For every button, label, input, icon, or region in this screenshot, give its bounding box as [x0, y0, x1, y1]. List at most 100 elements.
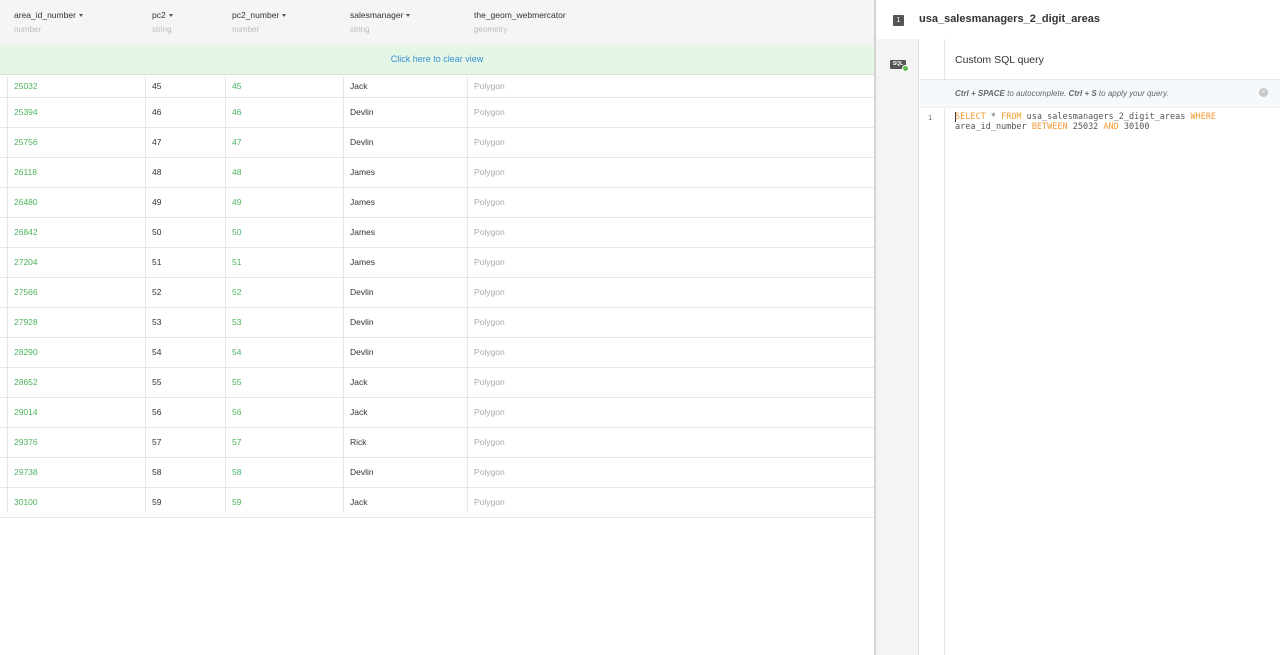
cell-pc2-number[interactable]: 48 [232, 158, 241, 187]
column-header-pc2-number[interactable]: pc2_number number [232, 10, 287, 34]
cell-salesmanager[interactable]: Rick [350, 428, 367, 457]
cell-pc2[interactable]: 51 [152, 248, 161, 277]
cell-pc2-number[interactable]: 47 [232, 128, 241, 157]
sql-text: usa_salesmanagers_2_digit_areas [1021, 112, 1191, 122]
cell-pc2[interactable]: 53 [152, 308, 161, 337]
cell-pc2[interactable]: 55 [152, 368, 161, 397]
sort-caret-icon[interactable] [406, 14, 411, 18]
cell-pc2[interactable]: 59 [152, 488, 161, 517]
table-row[interactable]: 29738 58 58 Devlin Polygon [0, 458, 874, 488]
cell-pc2[interactable]: 49 [152, 188, 161, 217]
cell-area-id-number[interactable]: 28652 [14, 368, 38, 397]
sort-caret-icon[interactable] [168, 14, 173, 18]
table-row[interactable]: 28290 54 54 Devlin Polygon [0, 338, 874, 368]
cell-salesmanager[interactable]: Devlin [350, 98, 374, 127]
column-header-salesmanager[interactable]: salesmanager string [350, 10, 411, 34]
close-icon[interactable]: × [1259, 88, 1268, 97]
cell-salesmanager[interactable]: James [350, 218, 375, 247]
cell-salesmanager[interactable]: Jack [350, 488, 367, 517]
sort-caret-icon[interactable] [282, 14, 287, 18]
cell-area-id-number[interactable]: 27928 [14, 308, 38, 337]
table-row[interactable]: 25032 45 45 Jack Polygon [0, 76, 874, 98]
table-row[interactable]: 29376 57 57 Rick Polygon [0, 428, 874, 458]
cell-pc2[interactable]: 58 [152, 458, 161, 487]
cell-area-id-number[interactable]: 26480 [14, 188, 38, 217]
cell-pc2-number[interactable]: 57 [232, 428, 241, 457]
cell-salesmanager[interactable]: Jack [350, 76, 367, 97]
cell-pc2[interactable]: 47 [152, 128, 161, 157]
cell-geometry: Polygon [474, 347, 505, 357]
sql-query-text[interactable]: SELECT * FROM usa_salesmanagers_2_digit_… [955, 112, 1270, 132]
cell-area-id-number[interactable]: 29376 [14, 428, 38, 457]
table-row[interactable]: 26480 49 49 James Polygon [0, 188, 874, 218]
cell-pc2-number[interactable]: 51 [232, 248, 241, 277]
table-row[interactable]: 25756 47 47 Devlin Polygon [0, 128, 874, 158]
cell-pc2[interactable]: 52 [152, 278, 161, 307]
table-row[interactable]: 26118 48 48 James Polygon [0, 158, 874, 188]
cell-pc2-number[interactable]: 59 [232, 488, 241, 517]
sql-keyword: AND [1103, 122, 1119, 132]
cell-pc2[interactable]: 45 [152, 76, 161, 97]
table-row[interactable]: 25394 46 46 Devlin Polygon [0, 98, 874, 128]
table-row[interactable]: 27204 51 51 James Polygon [0, 248, 874, 278]
sort-caret-icon[interactable] [78, 14, 83, 18]
column-header-pc2[interactable]: pc2 string [152, 10, 173, 34]
cell-salesmanager[interactable]: Devlin [350, 338, 374, 367]
table-row[interactable]: 27566 52 52 Devlin Polygon [0, 278, 874, 308]
table-row[interactable]: 28652 55 55 Jack Polygon [0, 368, 874, 398]
cell-pc2[interactable]: 46 [152, 98, 161, 127]
cell-salesmanager[interactable]: Devlin [350, 458, 374, 487]
cell-pc2-number[interactable]: 50 [232, 218, 241, 247]
column-header-area-id-number[interactable]: area_id_number number [14, 10, 83, 34]
cell-area-id-number[interactable]: 29738 [14, 458, 38, 487]
cell-salesmanager[interactable]: James [350, 248, 375, 277]
cell-pc2[interactable]: 54 [152, 338, 161, 367]
cell-salesmanager[interactable]: Devlin [350, 308, 374, 337]
cell-pc2-number[interactable]: 54 [232, 338, 241, 367]
cell-salesmanager[interactable]: James [350, 158, 375, 187]
cell-pc2[interactable]: 57 [152, 428, 161, 457]
column-header-the-geom-webmercator[interactable]: the_geom_webmercator geometry [474, 10, 566, 34]
cell-salesmanager[interactable]: Jack [350, 368, 367, 397]
cell-area-id-number[interactable]: 25756 [14, 128, 38, 157]
sql-keyword: WHERE [1190, 112, 1217, 122]
cell-geometry: Polygon [474, 257, 505, 267]
cell-area-id-number[interactable]: 29014 [14, 398, 38, 427]
cell-pc2-number[interactable]: 49 [232, 188, 241, 217]
sql-editor[interactable]: 1 SELECT * FROM usa_salesmanagers_2_digi… [920, 108, 1280, 655]
cell-area-id-number[interactable]: 27204 [14, 248, 38, 277]
cell-pc2-number[interactable]: 52 [232, 278, 241, 307]
cell-area-id-number[interactable]: 26118 [14, 158, 37, 187]
table-row[interactable]: 26842 50 50 James Polygon [0, 218, 874, 248]
column-type: number [14, 25, 42, 34]
column-name-text: the_geom_webmercator [474, 10, 566, 20]
cell-area-id-number[interactable]: 25032 [14, 76, 38, 97]
clear-view-button[interactable]: Click here to clear view [0, 45, 874, 75]
cell-geometry: Polygon [474, 317, 505, 327]
cell-area-id-number[interactable]: 30100 [14, 488, 38, 517]
cell-salesmanager[interactable]: James [350, 188, 375, 217]
cell-pc2-number[interactable]: 45 [232, 76, 241, 97]
sql-icon[interactable]: SQL [890, 60, 909, 72]
table-row[interactable]: 29014 56 56 Jack Polygon [0, 398, 874, 428]
cell-salesmanager[interactable]: Devlin [350, 128, 374, 157]
table-row[interactable]: 30100 59 59 Jack Polygon [0, 488, 874, 518]
layer-title: usa_salesmanagers_2_digit_areas [919, 13, 1101, 25]
cell-pc2[interactable]: 56 [152, 398, 161, 427]
cell-pc2[interactable]: 48 [152, 158, 161, 187]
cell-salesmanager[interactable]: Devlin [350, 278, 374, 307]
cell-area-id-number[interactable]: 26842 [14, 218, 38, 247]
cell-area-id-number[interactable]: 27566 [14, 278, 38, 307]
cell-pc2-number[interactable]: 53 [232, 308, 241, 337]
cell-salesmanager[interactable]: Jack [350, 398, 367, 427]
cell-area-id-number[interactable]: 28290 [14, 338, 38, 367]
cell-pc2-number[interactable]: 55 [232, 368, 241, 397]
table-row[interactable]: 27928 53 53 Devlin Polygon [0, 308, 874, 338]
cell-geometry: Polygon [474, 407, 505, 417]
cell-pc2-number[interactable]: 56 [232, 398, 241, 427]
cell-area-id-number[interactable]: 25394 [14, 98, 38, 127]
cell-pc2-number[interactable]: 46 [232, 98, 241, 127]
cell-pc2-number[interactable]: 58 [232, 458, 241, 487]
column-name: salesmanager [350, 10, 411, 20]
cell-pc2[interactable]: 50 [152, 218, 161, 247]
